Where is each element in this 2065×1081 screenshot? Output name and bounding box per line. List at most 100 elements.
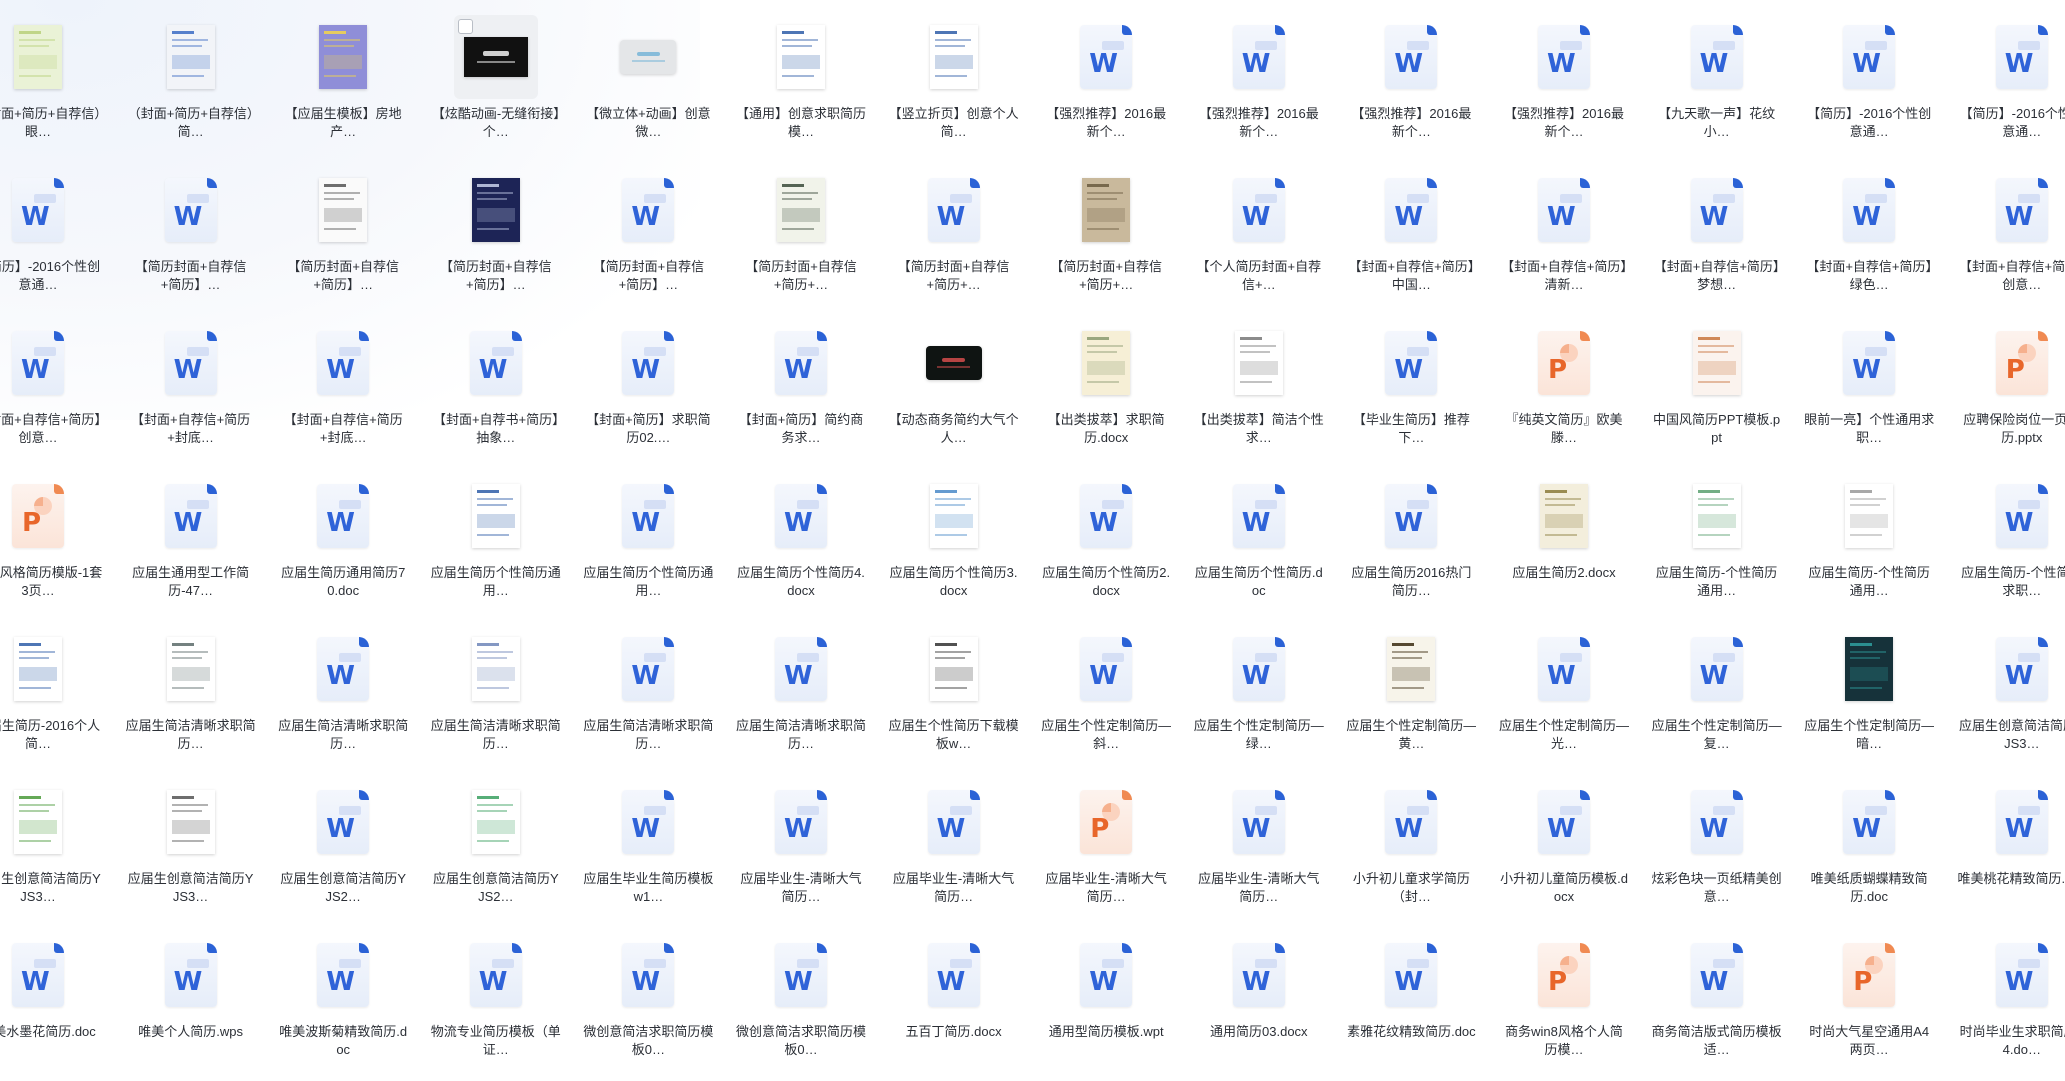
file-thumbnail[interactable]: W xyxy=(1217,627,1301,711)
file-thumbnail[interactable]: W xyxy=(1827,168,1911,252)
file-item[interactable]: W 【简历】-2016个性创意通… xyxy=(1794,5,1944,153)
file-item[interactable]: 【炫酷动画-无缝衔接】个… xyxy=(421,5,571,153)
file-thumbnail[interactable]: W xyxy=(606,780,690,864)
file-item[interactable]: W 时尚毕业生求职简历04.do… xyxy=(1947,923,2065,1071)
file-item[interactable]: W 【九天歌一声】花纹小… xyxy=(1642,5,1792,153)
file-item[interactable]: W 应届生简历2016热门简历… xyxy=(1336,464,1486,612)
file-thumbnail[interactable]: W xyxy=(1675,627,1759,711)
file-item[interactable]: 应届生个性定制简历—黄… xyxy=(1336,617,1486,765)
file-item[interactable]: W 应届生创意简洁简历YJS3… xyxy=(1947,617,2065,765)
file-item[interactable]: W 应届生创意简洁简历YJS2… xyxy=(268,770,418,918)
file-thumbnail[interactable] xyxy=(912,627,996,711)
file-thumbnail[interactable]: W xyxy=(606,168,690,252)
file-item[interactable]: W 唯美纸质蝴蝶精致简历.doc xyxy=(1794,770,1944,918)
file-thumbnail[interactable]: W xyxy=(149,321,233,405)
file-item[interactable]: W 通用简历03.docx xyxy=(1184,923,1334,1071)
file-item[interactable]: W 唯美桃花精致简历.doc xyxy=(1947,770,2065,918)
file-thumbnail[interactable]: W xyxy=(912,933,996,1017)
file-thumbnail[interactable]: P xyxy=(1522,321,1606,405)
file-thumbnail[interactable]: P xyxy=(1064,780,1148,864)
file-item[interactable]: W 应届生个性定制简历—复… xyxy=(1642,617,1792,765)
file-thumbnail[interactable] xyxy=(454,627,538,711)
file-item[interactable]: 【微立体+动画】创意微… xyxy=(573,5,723,153)
file-thumbnail[interactable]: W xyxy=(454,933,538,1017)
file-thumbnail[interactable]: W xyxy=(1369,933,1453,1017)
file-item[interactable]: 【竖立折页】创意个人简… xyxy=(879,5,1029,153)
file-thumbnail[interactable] xyxy=(1827,627,1911,711)
file-thumbnail[interactable]: W xyxy=(1980,933,2064,1017)
file-item[interactable]: W 【封面+自荐信+简历】清新… xyxy=(1489,158,1639,306)
file-item[interactable]: W 炫彩色块一页纸精美创意… xyxy=(1642,770,1792,918)
file-thumbnail[interactable] xyxy=(301,168,385,252)
file-thumbnail[interactable] xyxy=(1675,474,1759,558)
file-item[interactable]: W 应届生个性定制简历—光… xyxy=(1489,617,1639,765)
file-item[interactable]: （封面+简历+自荐信）简… xyxy=(116,5,266,153)
file-item[interactable]: W 【封面+自荐书+简历】抽象… xyxy=(421,311,571,459)
file-thumbnail[interactable] xyxy=(454,474,538,558)
file-item[interactable]: W 【强烈推荐】2016最新个… xyxy=(1184,5,1334,153)
file-item[interactable]: P 时尚大气星空通用A4两页… xyxy=(1794,923,1944,1071)
file-item[interactable]: 应届生简历2.docx xyxy=(1489,464,1639,612)
file-item[interactable]: W 【简历封面+自荐信+简历+… xyxy=(879,158,1029,306)
file-thumbnail[interactable]: W xyxy=(1980,627,2064,711)
file-thumbnail[interactable]: W xyxy=(301,780,385,864)
file-item[interactable]: 应届生简历-个性简历通用… xyxy=(1642,464,1792,612)
file-item[interactable]: 【应届生模板】房地产… xyxy=(268,5,418,153)
file-thumbnail[interactable]: W xyxy=(606,933,690,1017)
file-item[interactable]: 应届生简历个性简历通用… xyxy=(421,464,571,612)
file-thumbnail[interactable]: W xyxy=(0,933,80,1017)
file-thumbnail[interactable]: W xyxy=(0,168,80,252)
file-thumbnail[interactable]: W xyxy=(1980,780,2064,864)
file-thumbnail[interactable]: W xyxy=(912,168,996,252)
file-item[interactable]: （封面+简历+自荐信）眼… xyxy=(0,5,113,153)
file-item[interactable]: W 【简历】-2016个性创意通… xyxy=(0,158,113,306)
file-thumbnail[interactable] xyxy=(0,780,80,864)
file-thumbnail[interactable] xyxy=(1675,321,1759,405)
file-thumbnail[interactable]: W xyxy=(301,474,385,558)
file-thumbnail[interactable]: W xyxy=(1369,780,1453,864)
file-thumbnail[interactable]: W xyxy=(301,933,385,1017)
file-thumbnail[interactable]: W xyxy=(1827,15,1911,99)
file-item[interactable]: P 英伦风格简历模版-1套3页… xyxy=(0,464,113,612)
file-item[interactable]: 应届生简洁清晰求职简历… xyxy=(116,617,266,765)
select-checkbox[interactable] xyxy=(457,19,473,34)
file-thumbnail[interactable] xyxy=(453,15,538,99)
file-thumbnail[interactable]: W xyxy=(759,627,843,711)
file-thumbnail[interactable]: W xyxy=(1675,15,1759,99)
file-item[interactable]: W 【强烈推荐】2016最新个… xyxy=(1489,5,1639,153)
file-item[interactable]: W 应届毕业生-清晰大气简历… xyxy=(879,770,1029,918)
file-item[interactable]: W 应届生简历个性简历.doc xyxy=(1184,464,1334,612)
file-thumbnail[interactable] xyxy=(1064,321,1148,405)
file-thumbnail[interactable] xyxy=(0,627,80,711)
file-thumbnail[interactable]: W xyxy=(606,627,690,711)
file-thumbnail[interactable]: W xyxy=(149,474,233,558)
file-thumbnail[interactable] xyxy=(1827,474,1911,558)
file-item[interactable]: W 【简历封面+自荐信+简历】… xyxy=(573,158,723,306)
file-thumbnail[interactable]: W xyxy=(1217,933,1301,1017)
file-item[interactable]: 应届生简历-个性简历通用… xyxy=(1794,464,1944,612)
file-thumbnail[interactable]: W xyxy=(1217,780,1301,864)
file-thumbnail[interactable]: P xyxy=(1980,321,2064,405)
file-item[interactable]: W 【封面+自荐信+简历】中国… xyxy=(1336,158,1486,306)
file-item[interactable]: 【出类拔萃】求职简历.docx xyxy=(1031,311,1181,459)
file-item[interactable]: W 小升初儿童简历模板.docx xyxy=(1489,770,1639,918)
file-item[interactable]: W 【封面+自荐信+简历】创意… xyxy=(1947,158,2065,306)
file-thumbnail[interactable] xyxy=(1064,168,1148,252)
file-item[interactable]: 应届生简历个性简历3.docx xyxy=(879,464,1029,612)
file-item[interactable]: P 『纯英文简历』欧美滕… xyxy=(1489,311,1639,459)
file-thumbnail[interactable] xyxy=(149,15,233,99)
file-item[interactable]: W 【封面+自荐信+简历】梦想… xyxy=(1642,158,1792,306)
file-item[interactable]: W 五百丁简历.docx xyxy=(879,923,1029,1071)
file-thumbnail[interactable] xyxy=(606,15,690,99)
file-item[interactable]: W 【简历封面+自荐信+简历】… xyxy=(116,158,266,306)
file-item[interactable]: W 应届生个性定制简历—绿… xyxy=(1184,617,1334,765)
file-item[interactable]: W 【强烈推荐】2016最新个… xyxy=(1031,5,1181,153)
file-thumbnail[interactable]: W xyxy=(301,627,385,711)
file-item[interactable]: W 微创意简洁求职简历模板0… xyxy=(726,923,876,1071)
file-item[interactable]: P 应届毕业生-清晰大气简历… xyxy=(1031,770,1181,918)
file-item[interactable]: W 通用型简历模板.wpt xyxy=(1031,923,1181,1071)
file-thumbnail[interactable]: W xyxy=(1980,168,2064,252)
file-item[interactable]: 【通用】创意求职简历模… xyxy=(726,5,876,153)
file-item[interactable]: 【简历封面+自荐信+简历+… xyxy=(726,158,876,306)
file-item[interactable]: W 唯美波斯菊精致简历.doc xyxy=(268,923,418,1071)
